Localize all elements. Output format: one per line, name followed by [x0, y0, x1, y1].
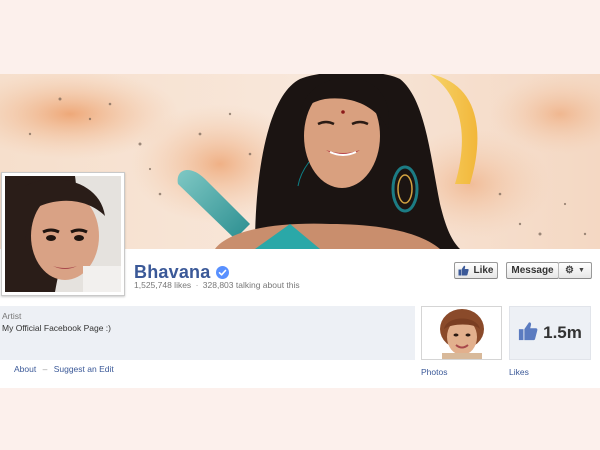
profile-picture[interactable]: [1, 172, 125, 296]
likes-count: 1,525,748 likes: [134, 280, 192, 290]
suggest-edit-link[interactable]: Suggest an Edit: [54, 364, 114, 374]
about-links: About – Suggest an Edit: [14, 364, 114, 374]
stats-separator: ·: [195, 280, 199, 290]
gear-icon: ⚙: [565, 265, 575, 276]
page-description: My Official Facebook Page :): [2, 323, 111, 333]
message-button[interactable]: Message: [506, 262, 559, 279]
caret-down-icon: ▼: [578, 267, 585, 274]
like-button[interactable]: Like: [454, 262, 498, 279]
likes-app-thumbnail[interactable]: 1.5m: [509, 306, 591, 360]
photos-app-label[interactable]: Photos: [421, 367, 447, 377]
page-stats: 1,525,748 likes · 328,803 talking about …: [134, 280, 300, 290]
about-section: [0, 306, 415, 360]
photos-app-thumbnail[interactable]: [421, 306, 502, 360]
talking-about-count: 328,803 talking about this: [202, 280, 300, 290]
thumbs-up-icon: [458, 265, 470, 276]
about-link[interactable]: About: [14, 364, 36, 374]
screenshot-canvas: Bhavana 1,525,748 likes · 328,803 talkin…: [0, 0, 600, 450]
like-button-label: Like: [473, 265, 494, 276]
top-margin: [0, 0, 600, 74]
thumbs-up-large-icon: [518, 321, 538, 346]
likes-app-label[interactable]: Likes: [509, 367, 529, 377]
verified-badge-icon: [216, 266, 230, 279]
page-category: Artist: [2, 311, 22, 321]
links-separator: –: [42, 364, 48, 374]
settings-dropdown-button[interactable]: ⚙ ▼: [558, 262, 592, 279]
likes-total: 1.5m: [543, 323, 582, 342]
message-button-label: Message: [511, 265, 554, 276]
bottom-margin: [0, 388, 600, 450]
